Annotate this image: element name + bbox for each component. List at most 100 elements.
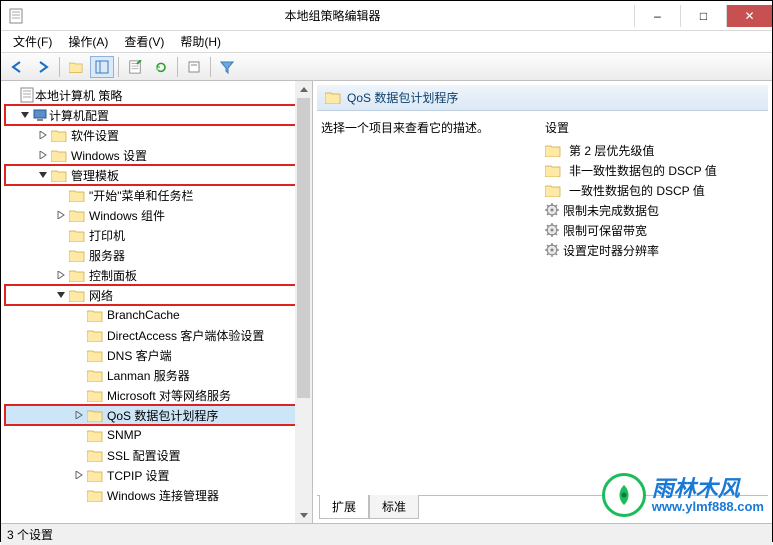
show-tree-button[interactable] bbox=[90, 56, 114, 78]
folder-icon bbox=[69, 249, 85, 262]
folder-icon bbox=[87, 489, 103, 502]
tree-directaccess[interactable]: DirectAccess 客户端体验设置 bbox=[5, 325, 312, 345]
tree-software-settings[interactable]: 软件设置 bbox=[5, 125, 312, 145]
minimize-button[interactable]: – bbox=[634, 5, 680, 27]
expander-icon[interactable] bbox=[37, 129, 49, 141]
filter-button[interactable] bbox=[215, 56, 239, 78]
tree-start-taskbar[interactable]: "开始"菜单和任务栏 bbox=[5, 185, 312, 205]
list-item[interactable]: 设置定时器分辨率 bbox=[545, 240, 764, 260]
folder-icon bbox=[51, 149, 67, 162]
scroll-up-icon[interactable] bbox=[295, 81, 312, 98]
menu-action[interactable]: 操作(A) bbox=[62, 31, 114, 52]
toolbar bbox=[1, 53, 772, 81]
folder-icon bbox=[69, 289, 85, 302]
watermark: 雨林木风 www.ylmf888.com bbox=[602, 473, 764, 517]
tree-ssl[interactable]: SSL 配置设置 bbox=[5, 445, 312, 465]
tree-computer-config[interactable]: 计算机配置 bbox=[5, 105, 312, 125]
folder-icon bbox=[69, 189, 85, 202]
tree-dns-client[interactable]: DNS 客户端 bbox=[5, 345, 312, 365]
details-pane: QoS 数据包计划程序 选择一个项目来查看它的描述。 设置 第 2 层优先级值 … bbox=[313, 81, 772, 523]
tree-printers[interactable]: 打印机 bbox=[5, 225, 312, 245]
tree-qos[interactable]: QoS 数据包计划程序 bbox=[5, 405, 312, 425]
scroll-down-icon[interactable] bbox=[295, 506, 312, 523]
folder-icon bbox=[69, 269, 85, 282]
expander-icon[interactable] bbox=[55, 209, 67, 221]
folder-icon bbox=[545, 184, 561, 197]
tree-control-panel[interactable]: 控制面板 bbox=[5, 265, 312, 285]
tree-snmp[interactable]: SNMP bbox=[5, 425, 312, 445]
tree-root[interactable]: 本地计算机 策略 bbox=[5, 85, 312, 105]
tree-windows-settings[interactable]: Windows 设置 bbox=[5, 145, 312, 165]
tab-extended[interactable]: 扩展 bbox=[319, 495, 369, 519]
list-item[interactable]: 非一致性数据包的 DSCP 值 bbox=[545, 160, 764, 180]
tree-network[interactable]: 网络 bbox=[5, 285, 312, 305]
expander-icon[interactable] bbox=[55, 269, 67, 281]
window-title: 本地组策略编辑器 bbox=[31, 7, 634, 24]
refresh-button[interactable] bbox=[149, 56, 173, 78]
folder-icon bbox=[69, 209, 85, 222]
app-icon bbox=[1, 8, 31, 24]
scroll-thumb[interactable] bbox=[297, 98, 310, 398]
folder-icon bbox=[325, 91, 341, 104]
list-item[interactable]: 限制可保留带宽 bbox=[545, 220, 764, 240]
menu-view[interactable]: 查看(V) bbox=[118, 31, 170, 52]
menu-help[interactable]: 帮助(H) bbox=[174, 31, 227, 52]
expander-icon[interactable] bbox=[37, 149, 49, 161]
status-text: 3 个设置 bbox=[7, 526, 53, 543]
tree-branchcache[interactable]: BranchCache bbox=[5, 305, 312, 325]
titlebar: 本地组策略编辑器 – □ ✕ bbox=[1, 1, 772, 31]
properties-button[interactable] bbox=[182, 56, 206, 78]
folder-icon bbox=[87, 389, 103, 402]
forward-button[interactable] bbox=[31, 56, 55, 78]
settings-heading: 设置 bbox=[545, 119, 764, 136]
folder-icon bbox=[87, 409, 103, 422]
folder-icon bbox=[87, 449, 103, 462]
tab-standard[interactable]: 标准 bbox=[369, 495, 419, 519]
tree-ms-p2p[interactable]: Microsoft 对等网络服务 bbox=[5, 385, 312, 405]
tree-wcm[interactable]: Windows 连接管理器 bbox=[5, 485, 312, 505]
up-button[interactable] bbox=[64, 56, 88, 78]
close-button[interactable]: ✕ bbox=[726, 5, 772, 27]
expander-icon[interactable] bbox=[19, 109, 31, 121]
expander-icon[interactable] bbox=[73, 409, 85, 421]
tree-pane: 本地计算机 策略 计算机配置 软件设置 Windows 设置 管理模板 bbox=[1, 81, 313, 523]
folder-icon bbox=[545, 144, 561, 157]
watermark-title: 雨林木风 bbox=[652, 478, 764, 500]
details-prompt: 选择一个项目来查看它的描述。 bbox=[321, 119, 521, 136]
setting-icon bbox=[545, 223, 559, 237]
expander-icon[interactable] bbox=[73, 469, 85, 481]
details-header: QoS 数据包计划程序 bbox=[317, 85, 768, 111]
back-button[interactable] bbox=[5, 56, 29, 78]
watermark-url: www.ylmf888.com bbox=[652, 500, 764, 513]
list-item[interactable]: 限制未完成数据包 bbox=[545, 200, 764, 220]
setting-icon bbox=[545, 243, 559, 257]
folder-icon bbox=[87, 469, 103, 482]
folder-icon bbox=[87, 429, 103, 442]
computer-icon bbox=[33, 108, 49, 122]
folder-icon bbox=[87, 369, 103, 382]
setting-icon bbox=[545, 203, 559, 217]
expander-icon[interactable] bbox=[55, 289, 67, 301]
folder-icon bbox=[51, 169, 67, 182]
export-button[interactable] bbox=[123, 56, 147, 78]
expander-icon[interactable] bbox=[37, 169, 49, 181]
maximize-button[interactable]: □ bbox=[680, 5, 726, 27]
tree-lanman[interactable]: Lanman 服务器 bbox=[5, 365, 312, 385]
tree-admin-templates[interactable]: 管理模板 bbox=[5, 165, 312, 185]
tree-servers[interactable]: 服务器 bbox=[5, 245, 312, 265]
folder-icon bbox=[87, 349, 103, 362]
tree-windows-components[interactable]: Windows 组件 bbox=[5, 205, 312, 225]
watermark-logo-icon bbox=[602, 473, 646, 517]
folder-icon bbox=[87, 309, 103, 322]
folder-icon bbox=[69, 229, 85, 242]
list-item[interactable]: 一致性数据包的 DSCP 值 bbox=[545, 180, 764, 200]
menu-file[interactable]: 文件(F) bbox=[7, 31, 58, 52]
folder-icon bbox=[51, 129, 67, 142]
policy-icon bbox=[19, 87, 35, 103]
tree-scrollbar[interactable] bbox=[295, 81, 312, 523]
list-item[interactable]: 第 2 层优先级值 bbox=[545, 140, 764, 160]
folder-icon bbox=[545, 164, 561, 177]
tree-tcpip[interactable]: TCPIP 设置 bbox=[5, 465, 312, 485]
menubar: 文件(F) 操作(A) 查看(V) 帮助(H) bbox=[1, 31, 772, 53]
folder-icon bbox=[87, 329, 103, 342]
